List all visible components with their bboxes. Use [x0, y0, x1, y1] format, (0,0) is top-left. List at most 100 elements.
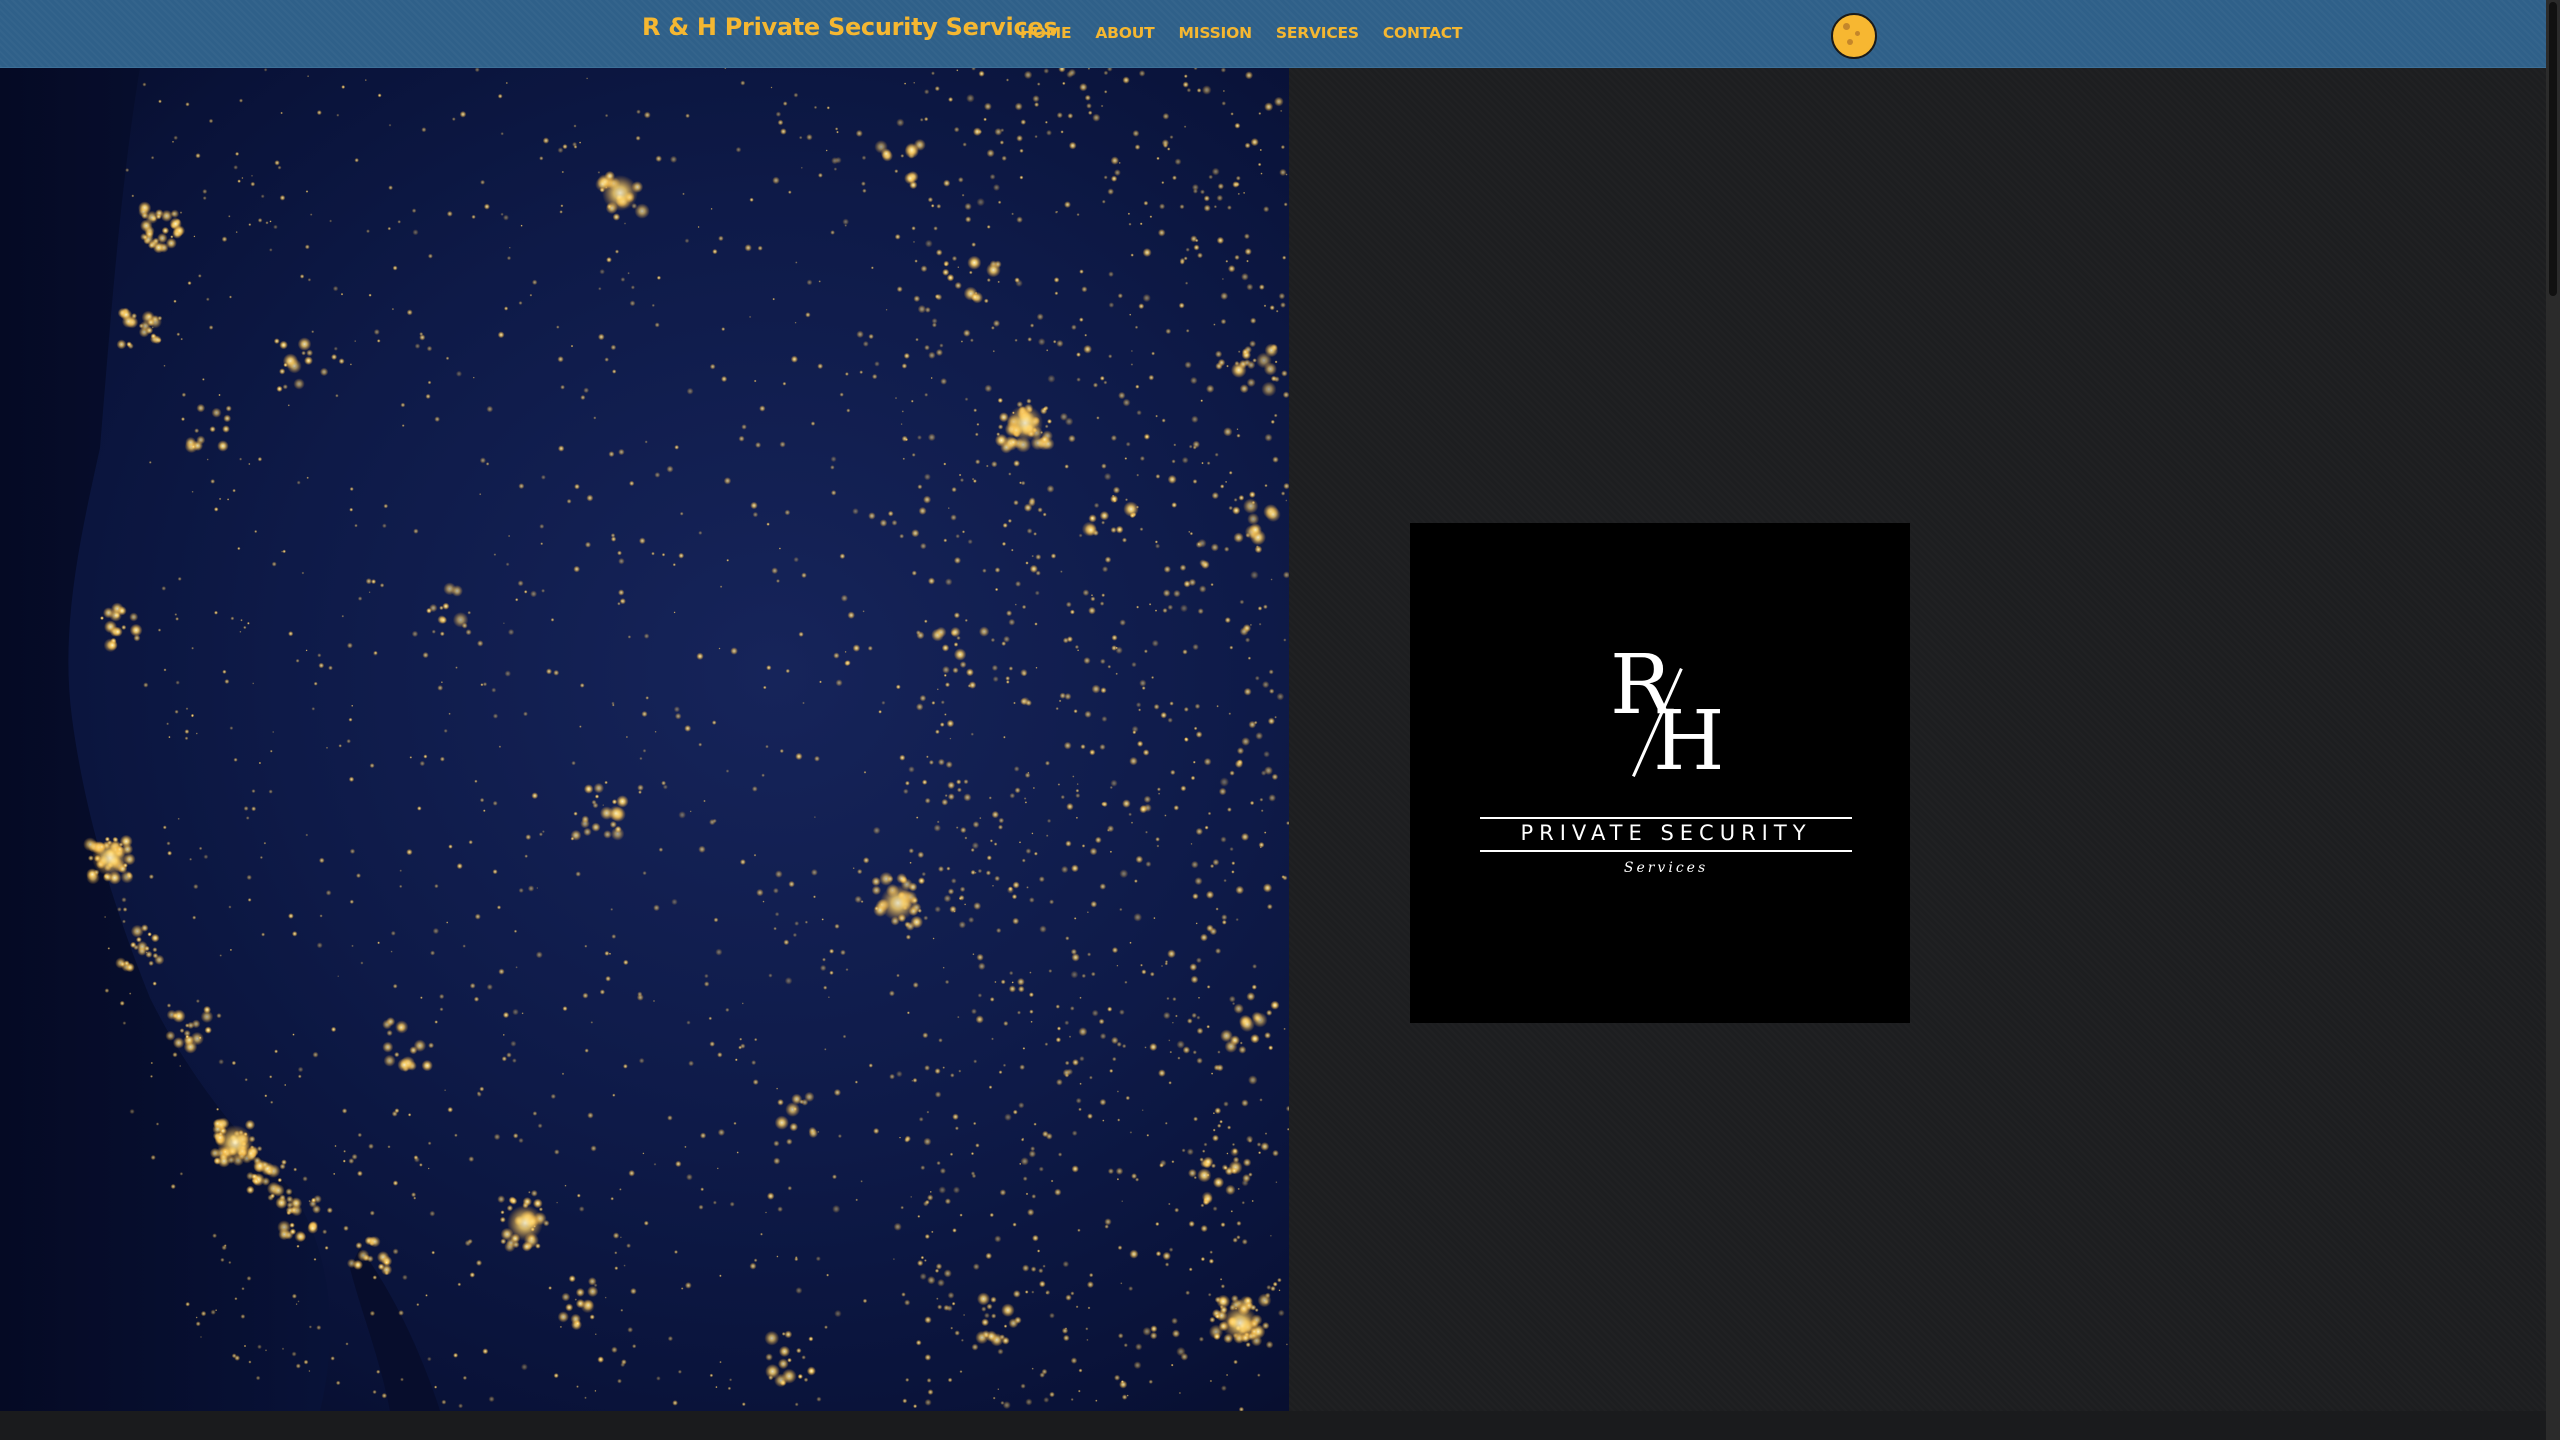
city-light	[1249, 623, 1253, 627]
city-light	[669, 155, 678, 164]
city-light	[376, 1369, 381, 1374]
city-light	[1129, 941, 1132, 945]
city-light	[1075, 793, 1081, 799]
city-light	[190, 713, 195, 718]
city-light	[369, 1236, 381, 1248]
city-light	[152, 241, 165, 254]
moon-icon[interactable]	[1831, 13, 1877, 59]
city-light	[703, 799, 706, 803]
city-light	[698, 530, 703, 535]
city-light	[557, 445, 565, 452]
city-light	[642, 870, 647, 876]
city-light	[1171, 459, 1176, 464]
city-light	[1098, 1018, 1105, 1025]
city-light	[131, 194, 135, 198]
city-light	[628, 1169, 636, 1177]
city-light	[1190, 842, 1193, 845]
city-light	[1272, 1149, 1279, 1157]
city-light	[961, 193, 965, 197]
city-light	[824, 1325, 828, 1330]
city-light	[728, 1378, 733, 1382]
city-light	[990, 1313, 997, 1319]
city-light	[1186, 87, 1192, 93]
city-light	[1145, 434, 1149, 439]
site-brand[interactable]: R & H Private Security Services	[642, 13, 1058, 41]
city-light	[1270, 578, 1273, 581]
city-light	[997, 200, 1002, 205]
scrollbar-thumb[interactable]	[2549, 2, 2557, 296]
city-light	[1005, 610, 1013, 617]
city-light	[1039, 925, 1047, 933]
city-light	[231, 1060, 237, 1066]
city-light	[333, 346, 338, 351]
nav-link-home[interactable]: HOME	[1020, 24, 1072, 42]
city-light	[872, 826, 881, 835]
city-light	[924, 306, 931, 313]
city-light	[1160, 711, 1168, 719]
top-navbar: R & H Private Security Services HOME ABO…	[0, 0, 2546, 68]
city-light	[709, 363, 716, 370]
city-light	[594, 1389, 597, 1392]
city-light	[1192, 188, 1199, 194]
city-light	[623, 1264, 626, 1267]
city-light	[1239, 384, 1249, 394]
city-light	[1193, 68, 1198, 71]
city-light	[1225, 1373, 1229, 1377]
city-light	[977, 868, 983, 874]
city-light	[1111, 634, 1118, 641]
city-light	[939, 343, 944, 348]
city-light	[1245, 1342, 1251, 1348]
city-light	[1135, 1343, 1143, 1351]
city-light	[1282, 255, 1287, 260]
city-light	[917, 484, 923, 490]
city-light	[1108, 302, 1115, 308]
city-light	[1262, 883, 1273, 893]
nav-link-services[interactable]: SERVICES	[1276, 24, 1359, 42]
city-light	[906, 1011, 910, 1015]
city-light	[257, 217, 263, 223]
city-light	[1185, 328, 1190, 333]
city-light	[206, 458, 209, 461]
city-light	[1189, 963, 1198, 972]
city-light	[796, 1347, 802, 1354]
city-light	[1211, 167, 1220, 176]
city-light	[150, 333, 157, 340]
city-light	[216, 1107, 220, 1111]
city-light	[324, 1245, 329, 1250]
city-light	[942, 1066, 946, 1069]
city-light	[976, 953, 984, 962]
city-light	[870, 266, 874, 270]
city-light	[997, 1348, 1004, 1355]
city-light	[1265, 1340, 1274, 1349]
city-light	[1237, 192, 1241, 196]
city-light	[719, 1274, 722, 1278]
city-light	[354, 157, 359, 163]
city-light	[422, 651, 429, 659]
city-light	[833, 1088, 842, 1097]
city-light	[1028, 497, 1036, 505]
city-light	[177, 576, 182, 581]
city-light	[193, 235, 196, 238]
city-light	[1192, 1050, 1197, 1055]
city-light	[1103, 472, 1112, 481]
city-light	[989, 173, 996, 180]
nav-link-about[interactable]: ABOUT	[1095, 24, 1154, 42]
nav-link-contact[interactable]: CONTACT	[1383, 24, 1463, 42]
city-light	[1080, 744, 1086, 750]
gulf-area	[350, 1248, 440, 1411]
city-light	[469, 982, 476, 989]
city-light	[1265, 506, 1281, 523]
city-light	[1079, 996, 1082, 1000]
city-light	[434, 883, 439, 889]
city-light	[1135, 855, 1144, 864]
nav-link-mission[interactable]: MISSION	[1179, 24, 1253, 42]
city-light	[512, 1133, 519, 1139]
city-light	[967, 539, 973, 545]
city-light	[943, 673, 947, 678]
city-light	[279, 1163, 286, 1170]
city-light	[244, 1077, 248, 1082]
city-light	[1263, 750, 1271, 758]
city-light	[795, 261, 798, 264]
city-light	[874, 906, 879, 911]
city-light	[1263, 831, 1267, 834]
